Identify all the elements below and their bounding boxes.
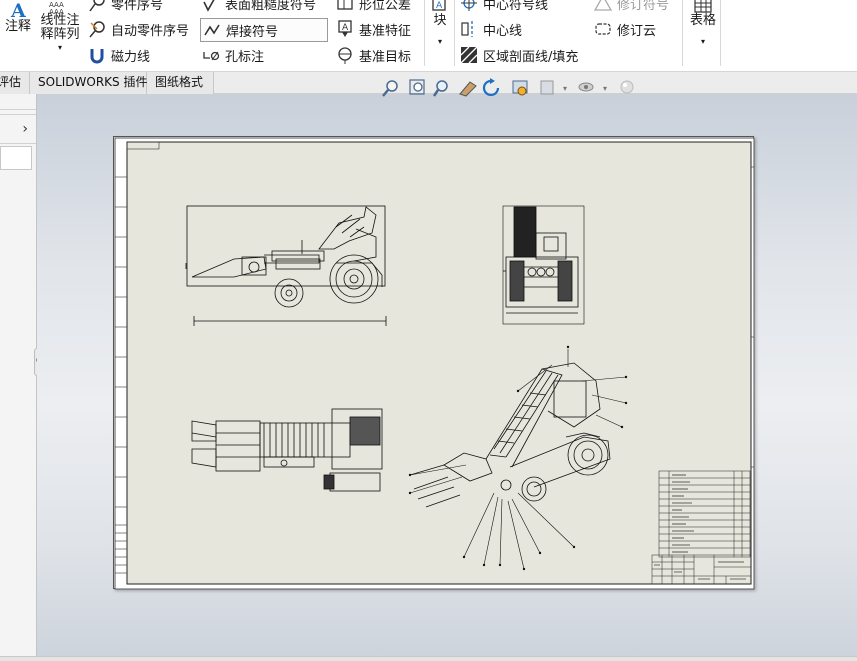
magnetic-line-label: 磁力线	[111, 49, 151, 65]
chevron-down-icon[interactable]: ▾	[58, 42, 62, 54]
surface-finish-icon	[203, 0, 215, 12]
revision-symbol-label: 修订符号	[617, 0, 670, 13]
hole-callout-button[interactable]: 孔标注	[202, 46, 265, 65]
magnetic-line-button[interactable]: 磁力线	[88, 46, 151, 65]
gtol-button[interactable]: 形位公差	[336, 0, 412, 13]
ribbon-separator	[454, 0, 455, 66]
svg-text:A: A	[10, 0, 26, 20]
weld-symbol-label: 焊接符号	[226, 24, 279, 40]
linear-pattern-label-1: 线性注	[40, 13, 80, 28]
display-style-icon[interactable]	[512, 80, 528, 96]
revision-symbol-icon	[594, 0, 612, 11]
balloon-label: 零件序号	[111, 0, 164, 13]
hide-show-items-icon[interactable]: ▾	[578, 82, 607, 93]
magnet-icon	[90, 49, 104, 64]
note-label: 注释	[4, 19, 31, 34]
surface-finish-button[interactable]: 表面粗糙度符号	[202, 0, 317, 13]
note-icon: A	[10, 0, 26, 20]
chevron-down-icon[interactable]: ▾	[438, 28, 442, 56]
rotate-view-icon[interactable]	[482, 78, 500, 97]
area-hatch-button[interactable]: 区域剖面线/填充	[460, 46, 579, 65]
linear-note-pattern-button[interactable]: AAA AAA 线性注 释阵列 ▾	[38, 0, 82, 66]
datum-feature-button[interactable]: A 基准特征	[336, 20, 412, 39]
surface-finish-label: 表面粗糙度符号	[225, 0, 317, 13]
revision-symbol-button[interactable]: 修订符号	[594, 0, 670, 13]
appearance-icon[interactable]	[620, 80, 634, 94]
block-icon: A	[432, 0, 446, 11]
balloon-button[interactable]: 零件序号	[88, 0, 164, 13]
auto-balloon-button[interactable]: 自动零件序号	[88, 20, 190, 39]
center-mark-button[interactable]: 中心符号线	[460, 0, 549, 13]
centerline-label: 中心线	[483, 23, 523, 39]
svg-text:A: A	[436, 1, 443, 11]
ribbon-separator	[424, 0, 425, 66]
zoom-to-area-icon[interactable]	[409, 79, 425, 95]
gtol-icon	[337, 0, 353, 10]
auto-balloon-icon	[89, 21, 105, 38]
panel-row	[0, 96, 36, 110]
panel-expand-row[interactable]: ›	[0, 114, 36, 144]
status-bar-edge	[0, 656, 857, 661]
block-button[interactable]: A 块 ▾	[428, 0, 452, 62]
drawing-sheet[interactable]	[113, 136, 755, 590]
datum-target-icon	[338, 47, 352, 64]
svg-text:A: A	[342, 23, 349, 33]
feature-manager-panel: ›	[0, 94, 42, 661]
datum-target-label: 基准目标	[359, 49, 412, 65]
linear-pattern-label-2: 释阵列	[40, 27, 80, 42]
view-orientation-icon[interactable]: ▾	[540, 80, 567, 95]
block-label: 块	[433, 13, 447, 28]
center-mark-label: 中心符号线	[483, 0, 549, 13]
zoom-to-fit-icon[interactable]	[382, 80, 398, 97]
hole-callout-label: 孔标注	[225, 49, 265, 65]
note-button[interactable]: A 注释	[2, 0, 34, 40]
weld-symbol-icon	[204, 24, 220, 36]
ribbon-separator	[720, 0, 721, 66]
balloon-icon	[89, 0, 105, 12]
revision-cloud-label: 修订云	[617, 23, 657, 39]
svg-text:▾: ▾	[603, 84, 607, 93]
datum-feature-label: 基准特征	[359, 23, 412, 39]
gtol-label: 形位公差	[359, 0, 412, 13]
centerline-button[interactable]: 中心线	[460, 20, 523, 39]
ribbon-separator	[682, 0, 683, 66]
tables-button[interactable]: 表格 ▾	[688, 0, 718, 62]
weld-symbol-button[interactable]: 焊接符号	[200, 18, 328, 42]
revision-cloud-icon	[595, 23, 611, 35]
tab-solidworks-addins[interactable]: SOLIDWORKS 插件	[30, 72, 147, 94]
datum-target-button[interactable]: 基准目标	[336, 46, 412, 65]
command-manager-ribbon: A 注释 AAA AAA 线性注 释阵列 ▾ 零件序号 自动零件序号 磁力线 表面…	[0, 0, 857, 72]
tables-label: 表格	[689, 13, 716, 28]
revision-cloud-button[interactable]: 修订云	[594, 20, 657, 39]
section-view-icon[interactable]	[459, 81, 477, 97]
chevron-down-icon[interactable]: ▾	[701, 28, 705, 56]
chevron-right-icon[interactable]: ›	[22, 121, 28, 137]
previous-view-icon[interactable]	[432, 80, 448, 97]
center-mark-icon	[461, 0, 477, 11]
svg-text:▾: ▾	[563, 84, 567, 93]
hatch-icon	[460, 46, 478, 64]
datum-feature-icon: A	[338, 20, 352, 37]
panel-field[interactable]	[0, 146, 32, 170]
drawing-frame	[126, 141, 752, 585]
tab-sheet-format[interactable]: 图纸格式	[147, 72, 214, 94]
heads-up-view-toolbar: ▾ ▾	[382, 78, 642, 98]
centerline-icon	[461, 21, 473, 37]
hole-callout-icon	[203, 51, 220, 61]
tab-evaluate[interactable]: 评估	[0, 72, 30, 94]
area-hatch-label: 区域剖面线/填充	[483, 49, 579, 65]
auto-balloon-label: 自动零件序号	[111, 23, 190, 39]
note-pattern-icon: AAAAAA	[49, 1, 64, 14]
table-icon	[694, 0, 712, 13]
